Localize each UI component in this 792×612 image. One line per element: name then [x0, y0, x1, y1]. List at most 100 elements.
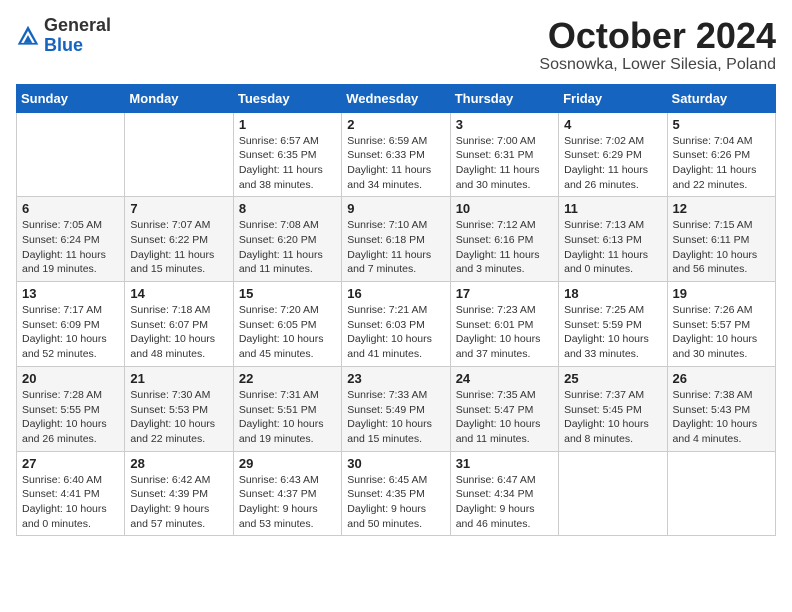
logo-general: General [44, 16, 111, 36]
day-number: 21 [130, 371, 227, 386]
month-title: October 2024 [539, 16, 776, 56]
calendar-week-row: 27 Sunrise: 6:40 AM Sunset: 4:41 PM Dayli… [17, 451, 776, 536]
weekday-header-monday: Monday [125, 84, 233, 112]
calendar-day-21: 21 Sunrise: 7:30 AM Sunset: 5:53 PM Dayli… [125, 366, 233, 451]
calendar-day-7: 7Sunrise: 7:07 AM Sunset: 6:22 PM Daylig… [125, 197, 233, 282]
day-info: Sunrise: 7:23 AM Sunset: 6:01 PM Dayligh… [456, 303, 553, 362]
day-info: Sunrise: 6:59 AM Sunset: 6:33 PM Dayligh… [347, 134, 444, 193]
day-number: 27 [22, 456, 119, 471]
calendar-table: SundayMondayTuesdayWednesdayThursdayFrid… [16, 84, 776, 537]
day-info: Sunrise: 6:43 AM Sunset: 4:37 PM Dayligh… [239, 473, 336, 532]
logo-text: General Blue [44, 16, 111, 56]
calendar-body: 1 Sunrise: 6:57 AM Sunset: 6:35 PM Daylig… [17, 112, 776, 536]
calendar-day-18: 18 Sunrise: 7:25 AM Sunset: 5:59 PM Dayli… [559, 282, 667, 367]
calendar-day-5: 5Sunrise: 7:04 AM Sunset: 6:26 PM Daylig… [667, 112, 775, 197]
calendar-empty-cell [125, 112, 233, 197]
weekday-header-thursday: Thursday [450, 84, 558, 112]
day-number: 29 [239, 456, 336, 471]
calendar-day-16: 16 Sunrise: 7:21 AM Sunset: 6:03 PM Dayli… [342, 282, 450, 367]
day-info: Sunrise: 7:33 AM Sunset: 5:49 PM Dayligh… [347, 388, 444, 447]
day-number: 10 [456, 201, 553, 216]
day-number: 16 [347, 286, 444, 301]
calendar-empty-cell [17, 112, 125, 197]
day-number: 19 [673, 286, 770, 301]
day-number: 17 [456, 286, 553, 301]
day-number: 13 [22, 286, 119, 301]
day-number: 3 [456, 117, 553, 132]
day-number: 9 [347, 201, 444, 216]
calendar-day-22: 22Sunrise: 7:31 AM Sunset: 5:51 PM Dayli… [233, 366, 341, 451]
weekday-header-wednesday: Wednesday [342, 84, 450, 112]
day-number: 1 [239, 117, 336, 132]
calendar-day-29: 29 Sunrise: 6:43 AM Sunset: 4:37 PM Dayli… [233, 451, 341, 536]
calendar-day-30: 30Sunrise: 6:45 AM Sunset: 4:35 PM Dayli… [342, 451, 450, 536]
logo-blue: Blue [44, 36, 111, 56]
day-info: Sunrise: 6:40 AM Sunset: 4:41 PM Dayligh… [22, 473, 119, 532]
calendar-day-25: 25Sunrise: 7:37 AM Sunset: 5:45 PM Dayli… [559, 366, 667, 451]
day-info: Sunrise: 7:30 AM Sunset: 5:53 PM Dayligh… [130, 388, 227, 447]
page-header: General Blue October 2024 Sosnowka, Lowe… [16, 16, 776, 74]
day-number: 7 [130, 201, 227, 216]
day-number: 18 [564, 286, 661, 301]
day-number: 2 [347, 117, 444, 132]
day-number: 14 [130, 286, 227, 301]
calendar-week-row: 20Sunrise: 7:28 AM Sunset: 5:55 PM Dayli… [17, 366, 776, 451]
calendar-day-24: 24 Sunrise: 7:35 AM Sunset: 5:47 PM Dayli… [450, 366, 558, 451]
day-info: Sunrise: 7:18 AM Sunset: 6:07 PM Dayligh… [130, 303, 227, 362]
day-info: Sunrise: 7:10 AM Sunset: 6:18 PM Dayligh… [347, 218, 444, 277]
day-number: 24 [456, 371, 553, 386]
day-number: 31 [456, 456, 553, 471]
logo-icon [16, 24, 40, 48]
day-number: 12 [673, 201, 770, 216]
weekday-header-tuesday: Tuesday [233, 84, 341, 112]
calendar-day-6: 6 Sunrise: 7:05 AM Sunset: 6:24 PM Daylig… [17, 197, 125, 282]
day-info: Sunrise: 7:31 AM Sunset: 5:51 PM Dayligh… [239, 388, 336, 447]
day-info: Sunrise: 7:21 AM Sunset: 6:03 PM Dayligh… [347, 303, 444, 362]
weekday-header-saturday: Saturday [667, 84, 775, 112]
day-number: 30 [347, 456, 444, 471]
calendar-day-28: 28 Sunrise: 6:42 AM Sunset: 4:39 PM Dayli… [125, 451, 233, 536]
day-info: Sunrise: 7:35 AM Sunset: 5:47 PM Dayligh… [456, 388, 553, 447]
weekday-header-sunday: Sunday [17, 84, 125, 112]
weekday-header-friday: Friday [559, 84, 667, 112]
day-info: Sunrise: 7:12 AM Sunset: 6:16 PM Dayligh… [456, 218, 553, 277]
day-number: 6 [22, 201, 119, 216]
calendar-empty-cell [559, 451, 667, 536]
day-info: Sunrise: 7:26 AM Sunset: 5:57 PM Dayligh… [673, 303, 770, 362]
day-number: 25 [564, 371, 661, 386]
day-info: Sunrise: 7:17 AM Sunset: 6:09 PM Dayligh… [22, 303, 119, 362]
calendar-day-10: 10 Sunrise: 7:12 AM Sunset: 6:16 PM Dayli… [450, 197, 558, 282]
location: Sosnowka, Lower Silesia, Poland [539, 56, 776, 74]
day-number: 15 [239, 286, 336, 301]
calendar-day-11: 11Sunrise: 7:13 AM Sunset: 6:13 PM Dayli… [559, 197, 667, 282]
calendar-day-12: 12 Sunrise: 7:15 AM Sunset: 6:11 PM Dayli… [667, 197, 775, 282]
calendar-week-row: 6 Sunrise: 7:05 AM Sunset: 6:24 PM Daylig… [17, 197, 776, 282]
day-info: Sunrise: 7:04 AM Sunset: 6:26 PM Dayligh… [673, 134, 770, 193]
calendar-day-26: 26Sunrise: 7:38 AM Sunset: 5:43 PM Dayli… [667, 366, 775, 451]
calendar-day-23: 23 Sunrise: 7:33 AM Sunset: 5:49 PM Dayli… [342, 366, 450, 451]
calendar-day-31: 31Sunrise: 6:47 AM Sunset: 4:34 PM Dayli… [450, 451, 558, 536]
calendar-day-17: 17 Sunrise: 7:23 AM Sunset: 6:01 PM Dayli… [450, 282, 558, 367]
day-number: 8 [239, 201, 336, 216]
calendar-day-15: 15Sunrise: 7:20 AM Sunset: 6:05 PM Dayli… [233, 282, 341, 367]
calendar-day-27: 27 Sunrise: 6:40 AM Sunset: 4:41 PM Dayli… [17, 451, 125, 536]
title-area: October 2024 Sosnowka, Lower Silesia, Po… [539, 16, 776, 74]
day-info: Sunrise: 6:42 AM Sunset: 4:39 PM Dayligh… [130, 473, 227, 532]
calendar-day-3: 3Sunrise: 7:00 AM Sunset: 6:31 PM Daylig… [450, 112, 558, 197]
calendar-empty-cell [667, 451, 775, 536]
day-info: Sunrise: 7:15 AM Sunset: 6:11 PM Dayligh… [673, 218, 770, 277]
calendar-day-9: 9 Sunrise: 7:10 AM Sunset: 6:18 PM Daylig… [342, 197, 450, 282]
day-info: Sunrise: 7:05 AM Sunset: 6:24 PM Dayligh… [22, 218, 119, 277]
day-info: Sunrise: 7:02 AM Sunset: 6:29 PM Dayligh… [564, 134, 661, 193]
calendar-day-13: 13 Sunrise: 7:17 AM Sunset: 6:09 PM Dayli… [17, 282, 125, 367]
day-number: 28 [130, 456, 227, 471]
calendar-day-19: 19 Sunrise: 7:26 AM Sunset: 5:57 PM Dayli… [667, 282, 775, 367]
day-info: Sunrise: 7:25 AM Sunset: 5:59 PM Dayligh… [564, 303, 661, 362]
day-number: 4 [564, 117, 661, 132]
day-number: 23 [347, 371, 444, 386]
day-info: Sunrise: 7:08 AM Sunset: 6:20 PM Dayligh… [239, 218, 336, 277]
day-info: Sunrise: 6:57 AM Sunset: 6:35 PM Dayligh… [239, 134, 336, 193]
calendar-week-row: 13 Sunrise: 7:17 AM Sunset: 6:09 PM Dayli… [17, 282, 776, 367]
calendar-day-2: 2 Sunrise: 6:59 AM Sunset: 6:33 PM Daylig… [342, 112, 450, 197]
calendar-day-4: 4 Sunrise: 7:02 AM Sunset: 6:29 PM Daylig… [559, 112, 667, 197]
